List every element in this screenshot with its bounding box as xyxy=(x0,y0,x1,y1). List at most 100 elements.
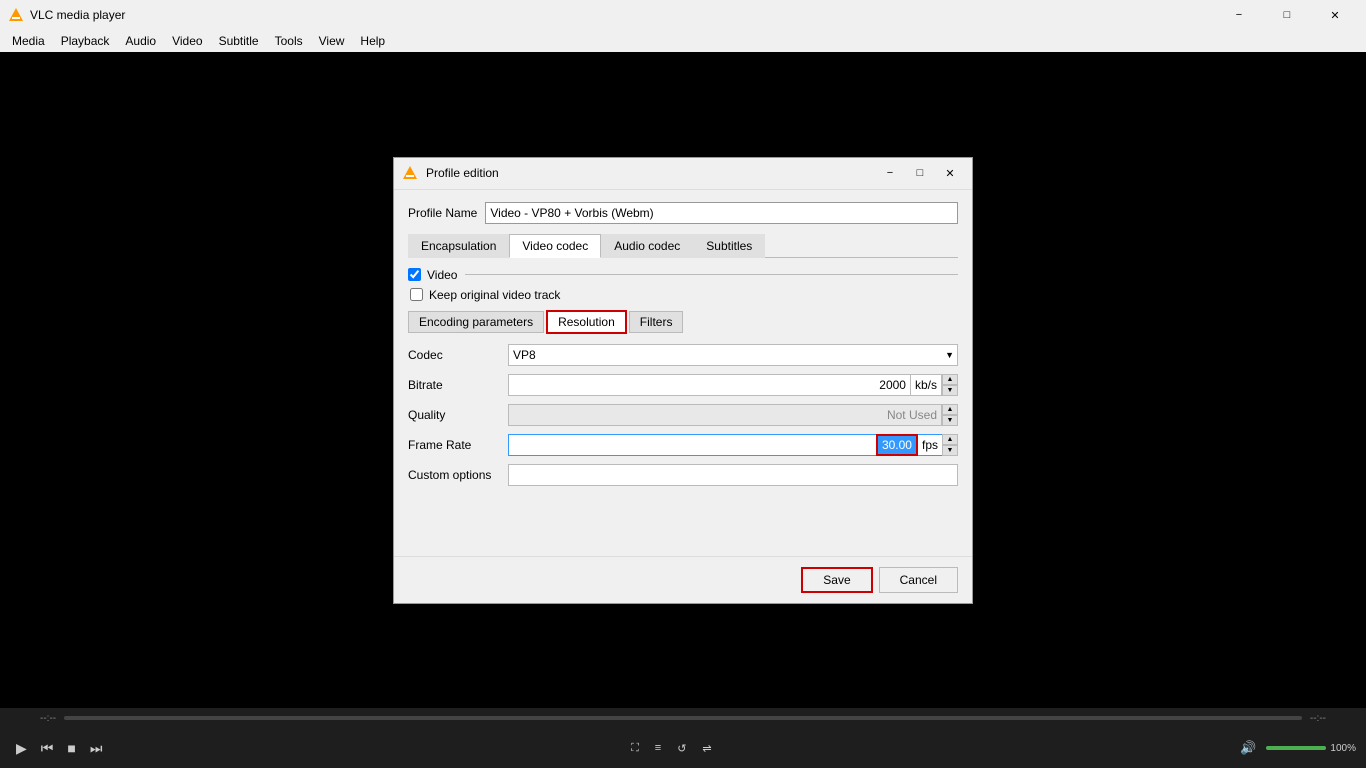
quality-input[interactable] xyxy=(508,404,942,426)
video-checkbox[interactable] xyxy=(408,268,421,281)
dialog-body: Profile Name Encapsulation Video codec A… xyxy=(394,190,972,556)
framerate-down[interactable]: ▼ xyxy=(942,445,958,456)
time-remaining: --:-- xyxy=(1310,713,1326,724)
menu-subtitle[interactable]: Subtitle xyxy=(211,32,267,50)
dialog-title: Profile edition xyxy=(426,166,876,180)
codec-select-wrap: VP8 VP9 H.264 H.265 MPEG-4 ▼ xyxy=(508,344,958,366)
menu-bar: Media Playback Audio Video Subtitle Tool… xyxy=(0,30,1366,52)
minimize-button[interactable]: − xyxy=(1216,0,1262,30)
tab-encapsulation[interactable]: Encapsulation xyxy=(408,234,509,258)
keep-original-row: Keep original video track xyxy=(410,288,958,302)
volume-label: 100% xyxy=(1330,743,1356,754)
volume-icon[interactable]: 🔊 xyxy=(1234,736,1262,760)
codec-row: Codec VP8 VP9 H.264 H.265 MPEG-4 ▼ xyxy=(408,344,958,366)
loop-button[interactable]: ↺ xyxy=(671,738,692,759)
keep-original-label: Keep original video track xyxy=(429,288,560,302)
profile-name-label: Profile Name xyxy=(408,206,477,220)
menu-tools[interactable]: Tools xyxy=(267,32,311,50)
title-bar: VLC media player − □ ✕ xyxy=(0,0,1366,30)
fps-value: 30.00 xyxy=(882,438,912,452)
codec-select[interactable]: VP8 VP9 H.264 H.265 MPEG-4 xyxy=(508,344,958,366)
bitrate-up[interactable]: ▲ xyxy=(942,374,958,385)
custom-options-wrap xyxy=(508,464,958,486)
close-button[interactable]: ✕ xyxy=(1312,0,1358,30)
framerate-text-input[interactable] xyxy=(508,434,876,456)
framerate-up[interactable]: ▲ xyxy=(942,434,958,445)
main-content: Profile edition − □ ✕ Profile Name Encap… xyxy=(0,52,1366,708)
video-label: Video xyxy=(427,268,457,282)
dialog-maximize-button[interactable]: □ xyxy=(906,162,934,184)
next-button[interactable]: ⏭ xyxy=(84,736,109,761)
dialog-close-button[interactable]: ✕ xyxy=(936,162,964,184)
extended-settings-button[interactable]: ≡ xyxy=(649,738,667,758)
quality-row: Quality ▲ ▼ xyxy=(408,404,958,426)
bitrate-unit: kb/s xyxy=(911,374,942,396)
tab-subtitles[interactable]: Subtitles xyxy=(693,234,765,258)
menu-help[interactable]: Help xyxy=(352,32,393,50)
profile-edition-dialog: Profile edition − □ ✕ Profile Name Encap… xyxy=(393,157,973,604)
play-button[interactable]: ▶ xyxy=(10,736,33,761)
bitrate-down[interactable]: ▼ xyxy=(942,385,958,396)
tab-video-codec[interactable]: Video codec xyxy=(509,234,601,258)
progress-track[interactable] xyxy=(64,716,1302,720)
dialog-title-bar: Profile edition − □ ✕ xyxy=(394,158,972,190)
dialog-icon xyxy=(402,165,418,181)
progress-area: --:-- --:-- xyxy=(0,708,1366,728)
fps-value-box: 30.00 xyxy=(876,434,918,456)
sub-tab-filters[interactable]: Filters xyxy=(629,311,684,333)
dialog-minimize-button[interactable]: − xyxy=(876,162,904,184)
quality-input-wrap: ▲ ▼ xyxy=(508,404,958,426)
window-controls: − □ ✕ xyxy=(1216,0,1358,30)
dialog-footer: Save Cancel xyxy=(394,556,972,603)
sub-tabs-row: Encoding parameters Resolution Filters xyxy=(408,310,958,334)
bitrate-input-wrap: kb/s ▲ ▼ xyxy=(508,374,958,396)
bitrate-input[interactable] xyxy=(508,374,911,396)
cancel-button[interactable]: Cancel xyxy=(879,567,958,593)
controls-row: ▶ ⏮ ■ ⏭ ⛶ ≡ ↺ ⇌ 🔊 100% xyxy=(0,728,1366,768)
sub-tab-encoding[interactable]: Encoding parameters xyxy=(408,311,544,333)
custom-options-row: Custom options xyxy=(408,464,958,486)
quality-spinner: ▲ ▼ xyxy=(942,404,958,426)
maximize-button[interactable]: □ xyxy=(1264,0,1310,30)
framerate-spinner: ▲ ▼ xyxy=(942,434,958,456)
framerate-row: Frame Rate 30.00 fps ▲ ▼ xyxy=(408,434,958,456)
menu-media[interactable]: Media xyxy=(4,32,53,50)
video-divider xyxy=(465,274,958,275)
video-checkbox-row: Video xyxy=(408,268,958,282)
sub-tab-resolution[interactable]: Resolution xyxy=(546,310,627,334)
volume-fill xyxy=(1266,746,1326,750)
quality-down[interactable]: ▼ xyxy=(942,415,958,426)
profile-name-input[interactable] xyxy=(485,202,958,224)
keep-original-checkbox[interactable] xyxy=(410,288,423,301)
main-tabs: Encapsulation Video codec Audio codec Su… xyxy=(408,234,958,258)
custom-options-input[interactable] xyxy=(508,464,958,486)
fullscreen-button[interactable]: ⛶ xyxy=(625,738,645,759)
quality-up[interactable]: ▲ xyxy=(942,404,958,415)
volume-track[interactable] xyxy=(1266,746,1326,750)
framerate-input-wrap: 30.00 fps ▲ ▼ xyxy=(508,434,958,456)
dialog-controls: − □ ✕ xyxy=(876,162,964,184)
custom-options-label: Custom options xyxy=(408,468,508,482)
framerate-label: Frame Rate xyxy=(408,438,508,452)
profile-name-row: Profile Name xyxy=(408,202,958,224)
fps-unit: fps xyxy=(918,434,942,456)
bottom-bar: --:-- --:-- ▶ ⏮ ■ ⏭ ⛶ ≡ ↺ ⇌ 🔊 100% xyxy=(0,708,1366,768)
quality-label: Quality xyxy=(408,408,508,422)
shuffle-button[interactable]: ⇌ xyxy=(696,738,717,759)
time-elapsed: --:-- xyxy=(40,713,56,724)
stop-button[interactable]: ■ xyxy=(61,736,81,760)
bitrate-row: Bitrate kb/s ▲ ▼ xyxy=(408,374,958,396)
prev-button[interactable]: ⏮ xyxy=(35,736,60,761)
save-button[interactable]: Save xyxy=(801,567,872,593)
menu-video[interactable]: Video xyxy=(164,32,210,50)
volume-area: 🔊 100% xyxy=(1234,736,1356,760)
encoding-content: Codec VP8 VP9 H.264 H.265 MPEG-4 ▼ xyxy=(408,344,958,544)
menu-view[interactable]: View xyxy=(311,32,353,50)
menu-audio[interactable]: Audio xyxy=(117,32,164,50)
app-title: VLC media player xyxy=(30,8,1216,22)
tab-audio-codec[interactable]: Audio codec xyxy=(601,234,693,258)
menu-playback[interactable]: Playback xyxy=(53,32,118,50)
bitrate-spinner: ▲ ▼ xyxy=(942,374,958,396)
bitrate-label: Bitrate xyxy=(408,378,508,392)
app-icon xyxy=(8,7,24,23)
